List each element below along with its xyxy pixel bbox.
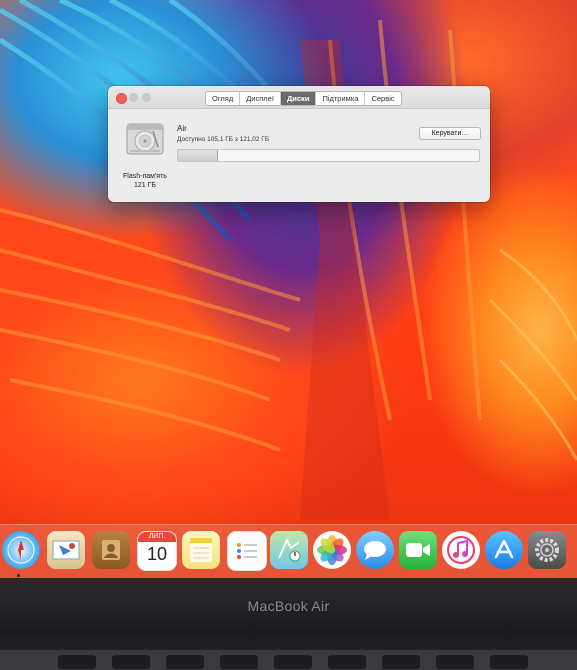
storage-panel: Flash-пам'ять 121 ГБ Air Доступно 105,1 …	[108, 109, 490, 202]
tab-displays[interactable]: Дисплеї	[240, 92, 281, 105]
key	[436, 655, 474, 669]
itunes-icon[interactable]	[442, 531, 480, 569]
key	[220, 655, 258, 669]
about-this-mac-window: Огляд Дисплеї Диски Підтримка Сервіс Fla…	[108, 86, 490, 202]
volume-name: Air	[177, 124, 187, 133]
key	[112, 655, 150, 669]
calendar-icon[interactable]: ЛИП. 10	[137, 531, 177, 571]
tab-overview[interactable]: Огляд	[206, 92, 241, 105]
reminders-icon[interactable]	[227, 531, 267, 571]
desktop: Огляд Дисплеї Диски Підтримка Сервіс Fla…	[0, 0, 577, 578]
mail-icon[interactable]	[47, 531, 85, 569]
zoom-button[interactable]	[142, 93, 151, 102]
maps-icon[interactable]	[270, 531, 308, 569]
calendar-day: 10	[146, 544, 168, 564]
close-button[interactable]	[116, 93, 127, 104]
key	[274, 655, 312, 669]
notes-icon[interactable]	[182, 531, 220, 569]
tab-bar: Огляд Дисплеї Диски Підтримка Сервіс	[205, 91, 402, 106]
running-indicator	[17, 574, 20, 577]
safari-icon[interactable]	[2, 531, 40, 569]
tab-storage[interactable]: Диски	[280, 92, 317, 105]
window-titlebar[interactable]: Огляд Дисплеї Диски Підтримка Сервіс	[108, 86, 490, 109]
key	[166, 655, 204, 669]
tab-service[interactable]: Сервіс	[365, 92, 400, 105]
manage-button[interactable]: Керувати…	[419, 127, 481, 140]
key	[58, 655, 96, 669]
drive-capacity: 121 ГБ	[133, 182, 156, 189]
minimize-button[interactable]	[129, 93, 138, 102]
contacts-icon[interactable]	[92, 531, 130, 569]
volume-free-space: Доступно 105,1 ГБ з 121,02 ГБ	[177, 136, 270, 143]
tab-support[interactable]: Підтримка	[316, 92, 366, 105]
facetime-icon[interactable]	[399, 531, 437, 569]
key	[328, 655, 366, 669]
usage-bar-fill	[178, 150, 219, 161]
drive-name: Flash-пам'ять	[123, 173, 167, 180]
app-store-icon[interactable]	[485, 531, 523, 569]
storage-usage-bar	[177, 149, 480, 162]
key	[490, 655, 528, 669]
hard-drive-icon	[126, 123, 164, 155]
photos-icon[interactable]	[313, 531, 351, 569]
key	[382, 655, 420, 669]
system-preferences-icon[interactable]	[528, 531, 566, 569]
messages-icon[interactable]	[356, 531, 394, 569]
brand-label: MacBook Air	[247, 598, 330, 614]
calendar-month: ЛИП.	[138, 532, 176, 542]
